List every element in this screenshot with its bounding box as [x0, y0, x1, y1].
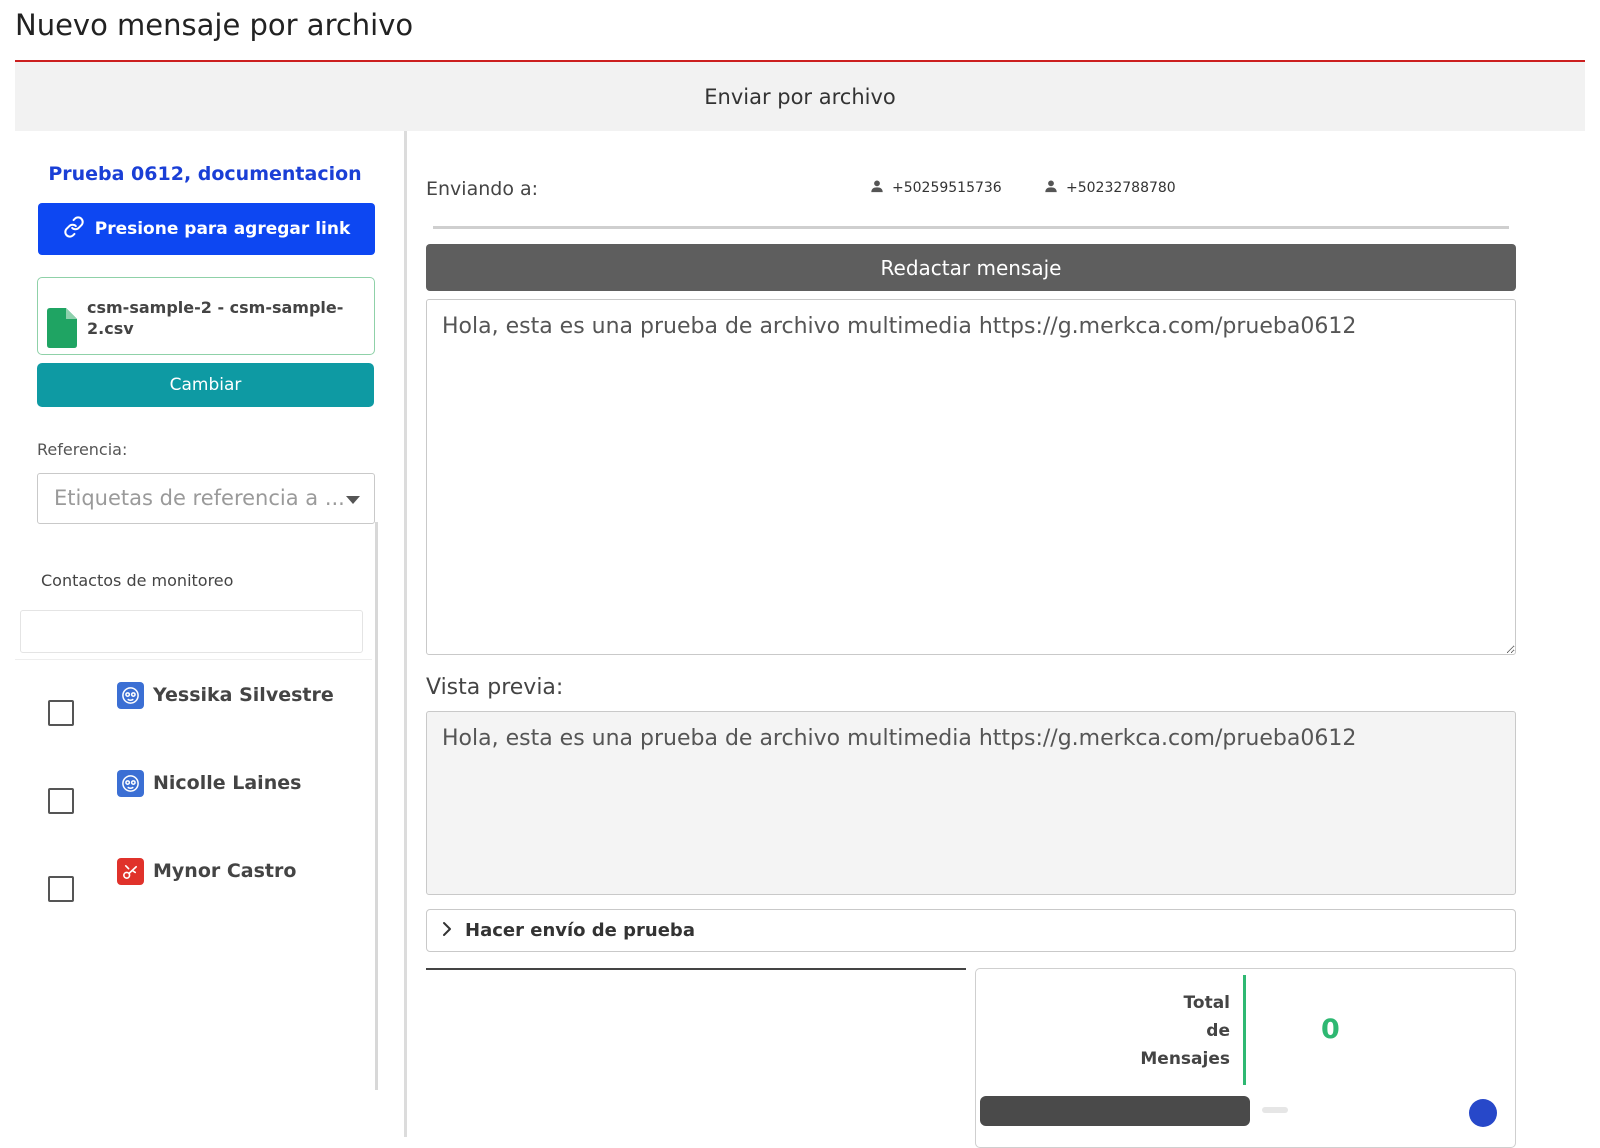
file-name: csm-sample-2 - csm-sample-2.csv — [87, 298, 344, 338]
sending-to-label: Enviando a: — [426, 178, 539, 200]
reference-select[interactable]: Etiquetas de referencia a ... — [37, 473, 375, 524]
test-send-toggle[interactable]: Hacer envío de prueba — [426, 909, 1516, 952]
column-divider — [404, 131, 407, 1137]
total-messages-label: Total de Mensajes — [1096, 989, 1230, 1073]
contact-item: Yessika Silvestre — [15, 682, 372, 742]
caret-down-icon — [346, 496, 360, 504]
chevron-right-icon — [441, 921, 453, 941]
total-label-line: Mensajes — [1140, 1049, 1230, 1069]
face-icon — [117, 770, 144, 797]
person-icon — [870, 179, 884, 197]
spreadsheet-file-icon — [47, 308, 77, 348]
left-panel: Prueba 0612, documentacion Presione para… — [15, 131, 407, 1137]
preview-box: Hola, esta es una prueba de archivo mult… — [426, 711, 1516, 895]
contact-checkbox[interactable] — [48, 876, 74, 902]
link-icon — [63, 215, 85, 243]
recipient-chip: +50232788780 — [1044, 179, 1176, 197]
info-icon[interactable] — [1469, 1099, 1497, 1127]
compose-title: Redactar mensaje — [880, 255, 1062, 280]
contact-checkbox[interactable] — [48, 700, 74, 726]
monitoring-search-input[interactable] — [20, 610, 363, 653]
total-label-line: Total — [1183, 993, 1230, 1013]
recipient-chip: +50259515736 — [870, 179, 1002, 197]
reference-label: Referencia: — [37, 440, 128, 459]
test-send-label: Hacer envío de prueba — [465, 920, 695, 941]
add-link-button[interactable]: Presione para agregar link — [38, 203, 375, 255]
person-icon — [1044, 179, 1058, 197]
recipient-number: +50232788780 — [1066, 180, 1176, 196]
contact-name: Nicolle Laines — [153, 772, 302, 794]
send-button[interactable] — [980, 1096, 1250, 1126]
recipient-number: +50259515736 — [892, 180, 1002, 196]
file-card: csm-sample-2 - csm-sample-2.csv — [37, 277, 375, 355]
tab-enviar-por-archivo[interactable]: Enviar por archivo — [15, 62, 1585, 131]
right-panel: Enviando a: +50259515736 +50232788780 Re… — [426, 131, 1516, 1148]
reference-placeholder: Etiquetas de referencia a ... — [54, 486, 345, 510]
total-label-line: de — [1206, 1021, 1230, 1041]
monitoring-contacts-panel: Contactos de monitoreo Yessika Silvestre — [15, 522, 378, 1090]
change-label: Cambiar — [169, 375, 242, 395]
total-messages-value: 0 — [1321, 1014, 1340, 1045]
face-icon — [117, 682, 144, 709]
divider — [15, 659, 372, 660]
preview-label: Vista previa: — [426, 675, 564, 700]
contact-item: Mynor Castro — [15, 858, 372, 918]
message-textarea[interactable]: Hola, esta es una prueba de archivo mult… — [426, 299, 1516, 655]
recipients-divider — [433, 226, 1509, 229]
contact-checkbox[interactable] — [48, 788, 74, 814]
contact-name: Yessika Silvestre — [153, 684, 334, 706]
main-panel: Prueba 0612, documentacion Presione para… — [15, 131, 1585, 1148]
compose-header: Redactar mensaje — [426, 244, 1516, 291]
tool-icon — [117, 858, 144, 885]
monitoring-label: Contactos de monitoreo — [41, 571, 234, 590]
change-file-button[interactable]: Cambiar — [37, 363, 374, 407]
divider — [1262, 1107, 1288, 1113]
total-divider — [1243, 975, 1246, 1085]
add-link-label: Presione para agregar link — [94, 219, 351, 239]
page-title: Nuevo mensaje por archivo — [15, 8, 414, 42]
campaign-name: Prueba 0612, documentacion — [48, 163, 362, 185]
tab-label: Enviar por archivo — [704, 84, 896, 109]
divider — [426, 968, 966, 970]
total-messages-card: Total de Mensajes 0 — [975, 968, 1516, 1148]
contact-item: Nicolle Laines — [15, 770, 372, 830]
contact-name: Mynor Castro — [153, 860, 297, 882]
